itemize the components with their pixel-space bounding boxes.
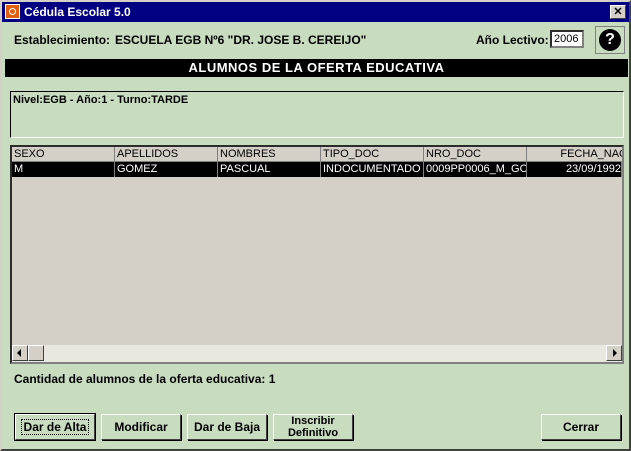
cerrar-label: Cerrar bbox=[562, 420, 600, 434]
column-header-nombres[interactable]: NOMBRES bbox=[218, 147, 321, 162]
inscribir-label: Inscribir bbox=[291, 415, 335, 427]
anio-lectivo-label: Año Lectivo: bbox=[476, 33, 549, 47]
section-title: ALUMNOS DE LA OFERTA EDUCATIVA bbox=[5, 59, 628, 77]
arrow-left-icon bbox=[17, 349, 21, 357]
title-bar: Cédula Escolar 5.0 ✕ bbox=[2, 2, 629, 22]
definitivo-label: Definitivo bbox=[287, 427, 339, 439]
modificar-label: Modificar bbox=[114, 420, 168, 434]
window-title: Cédula Escolar 5.0 bbox=[24, 5, 131, 19]
establecimiento-value: ESCUELA EGB Nº6 "DR. JOSE B. CEREIJO" bbox=[115, 33, 367, 47]
dar-de-alta-button[interactable]: Dar de Alta bbox=[14, 413, 96, 441]
horizontal-scrollbar[interactable] bbox=[12, 345, 622, 362]
cerrar-button[interactable]: Cerrar bbox=[541, 414, 621, 440]
scroll-thumb[interactable] bbox=[28, 345, 44, 361]
cell-nro-doc: 0009PP0006_M_GO bbox=[426, 162, 527, 177]
cell-fecha-nac: 23/09/1992 bbox=[527, 162, 622, 177]
column-header-sexo[interactable]: SEXO bbox=[12, 147, 115, 162]
help-icon: ? bbox=[599, 29, 621, 51]
student-count-label: Cantidad de alumnos de la oferta educati… bbox=[14, 372, 266, 386]
help-button[interactable]: ? bbox=[595, 26, 625, 54]
grid-body: SEXO APELLIDOS NOMBRES TIPO_DOC NRO_DOC … bbox=[12, 147, 622, 344]
cell-nombres: PASCUAL bbox=[218, 162, 321, 177]
anio-lectivo-field[interactable] bbox=[550, 30, 584, 48]
column-header-nro-doc[interactable]: NRO_DOC bbox=[424, 147, 527, 162]
arrow-right-icon bbox=[613, 349, 617, 357]
student-count: Cantidad de alumnos de la oferta educati… bbox=[14, 372, 275, 386]
column-header-fecha-nac[interactable]: FECHA_NAC bbox=[527, 147, 622, 162]
inscribir-definitivo-button[interactable]: Inscribir Definitivo bbox=[273, 414, 353, 440]
cell-tipo-doc: INDOCUMENTADO bbox=[321, 162, 424, 177]
dar-de-baja-button[interactable]: Dar de Baja bbox=[187, 414, 267, 440]
column-header-tipo-doc[interactable]: TIPO_DOC bbox=[321, 147, 424, 162]
column-header-apellidos[interactable]: APELLIDOS bbox=[115, 147, 218, 162]
cell-sexo: M bbox=[12, 162, 115, 177]
close-button[interactable]: ✕ bbox=[610, 5, 626, 19]
scroll-right-button[interactable] bbox=[606, 345, 622, 361]
app-icon bbox=[5, 4, 20, 19]
table-row[interactable]: M GOMEZ PASCUAL INDOCUMENTADO 0009PP0006… bbox=[12, 162, 622, 177]
student-count-value: 1 bbox=[268, 372, 276, 386]
cell-apellidos: GOMEZ bbox=[115, 162, 218, 177]
main-window: Cédula Escolar 5.0 ✕ Establecimiento: ES… bbox=[0, 0, 631, 451]
info-text: Nivel:EGB - Año:1 - Turno:TARDE bbox=[13, 94, 189, 106]
establecimiento-label: Establecimiento: bbox=[14, 33, 111, 47]
dar-de-baja-label: Dar de Baja bbox=[193, 420, 261, 434]
info-panel: Nivel:EGB - Año:1 - Turno:TARDE bbox=[10, 91, 624, 138]
modificar-button[interactable]: Modificar bbox=[101, 414, 181, 440]
dar-de-alta-label: Dar de Alta bbox=[20, 419, 90, 435]
students-grid[interactable]: SEXO APELLIDOS NOMBRES TIPO_DOC NRO_DOC … bbox=[10, 145, 624, 364]
scroll-left-button[interactable] bbox=[12, 345, 28, 361]
